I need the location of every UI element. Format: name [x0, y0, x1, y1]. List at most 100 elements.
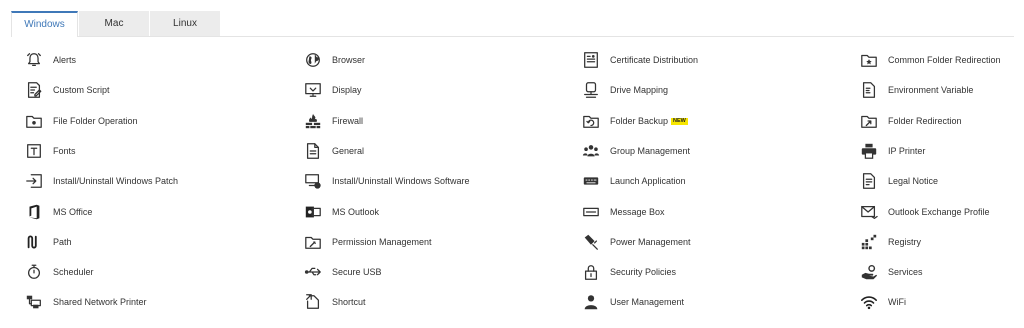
policy-item-file-folder-operation[interactable]: File Folder Operation — [24, 110, 138, 132]
policy-item-label: Drive Mapping — [610, 85, 669, 95]
policy-item-label: Permission Management — [332, 237, 432, 247]
policy-item-label: User Management — [610, 297, 685, 307]
policy-item-secure-usb[interactable]: Secure USB — [303, 261, 382, 283]
policy-item-label: MS Office — [53, 207, 93, 217]
environment-file-icon — [859, 80, 879, 100]
policy-item-permission-management[interactable]: Permission Management — [303, 231, 432, 253]
policy-item-certificate-distribution[interactable]: Certificate Distribution — [581, 49, 698, 71]
policy-item-label: Launch Application — [610, 176, 686, 186]
policy-item-ip-printer[interactable]: IP Printer — [859, 140, 925, 162]
install-software-icon — [303, 171, 323, 191]
folder-arrow-icon — [859, 111, 879, 131]
policy-item-drive-mapping[interactable]: Drive Mapping — [581, 79, 668, 101]
mail-exchange-icon — [859, 202, 879, 222]
policy-item-label: General — [332, 146, 365, 156]
policy-item-message-box[interactable]: Message Box — [581, 201, 665, 223]
policy-item-firewall[interactable]: Firewall — [303, 110, 363, 132]
lock-icon — [581, 262, 601, 282]
policy-item-label: Firewall — [332, 116, 364, 126]
policy-item-fonts[interactable]: Fonts — [24, 140, 76, 162]
globe-icon — [303, 50, 323, 70]
policy-item-label: MS Outlook — [332, 207, 380, 217]
policy-item-label: Registry — [888, 237, 922, 247]
script-icon — [24, 80, 44, 100]
install-patch-icon — [24, 171, 44, 191]
policy-item-label: Certificate Distribution — [610, 55, 699, 65]
policy-item-folder-backup[interactable]: Folder Backup NEW — [581, 110, 688, 132]
keyboard-icon — [581, 171, 601, 191]
policy-item-services[interactable]: Services — [859, 261, 923, 283]
group-icon — [581, 141, 601, 161]
policy-item-label: Security Policies — [610, 267, 677, 277]
policy-item-shortcut[interactable]: Shortcut — [303, 291, 366, 313]
folder-backup-icon — [581, 111, 601, 131]
policy-item-shared-network-printer[interactable]: Shared Network Printer — [24, 291, 147, 313]
new-badge: NEW — [671, 117, 688, 125]
policy-item-label: IP Printer — [888, 146, 926, 156]
document-icon — [303, 141, 323, 161]
policy-item-label: Fonts — [53, 146, 76, 156]
services-hand-icon — [859, 262, 879, 282]
policy-item-display[interactable]: Display — [303, 79, 362, 101]
policy-item-label: Browser — [332, 55, 366, 65]
policy-item-label: File Folder Operation — [53, 116, 138, 126]
policy-item-legal-notice[interactable]: Legal Notice — [859, 170, 938, 192]
policy-item-label: Custom Script — [53, 85, 110, 95]
policy-item-common-folder-redirection[interactable]: Common Folder Redirection — [859, 49, 1001, 71]
printer-icon — [859, 141, 879, 161]
policy-item-label: Outlook Exchange Profile — [888, 207, 990, 217]
path-icon — [24, 232, 44, 252]
policy-item-label: Install/Uninstall Windows Patch — [53, 176, 179, 186]
network-printer-icon — [24, 292, 44, 312]
policy-item-browser[interactable]: Browser — [303, 49, 365, 71]
usb-icon — [303, 262, 323, 282]
wifi-icon — [859, 292, 879, 312]
policy-item-label: Scheduler — [53, 267, 94, 277]
policy-item-label: Shared Network Printer — [53, 297, 147, 307]
policy-item-label: Power Management — [610, 237, 691, 247]
policy-item-power-management[interactable]: Power Management — [581, 231, 691, 253]
policy-grid: Alerts Custom Script File Folder Operation… — [0, 0, 1024, 328]
legal-document-icon — [859, 171, 879, 191]
policy-item-registry[interactable]: Registry — [859, 231, 921, 253]
power-plug-icon — [581, 232, 601, 252]
stopwatch-icon — [24, 262, 44, 282]
folder-gear-icon — [24, 111, 44, 131]
policy-item-label: Secure USB — [332, 267, 382, 277]
policy-item-user-management[interactable]: User Management — [581, 291, 684, 313]
policy-item-alerts[interactable]: Alerts — [24, 49, 76, 71]
policy-item-security-policies[interactable]: Security Policies — [581, 261, 676, 283]
policy-item-install-uninstall-windows-software[interactable]: Install/Uninstall Windows Software — [303, 170, 470, 192]
policy-item-label: Environment Variable — [888, 85, 974, 95]
policy-item-label: Shortcut — [332, 297, 366, 307]
policy-item-group-management[interactable]: Group Management — [581, 140, 690, 162]
policy-item-environment-variable[interactable]: Environment Variable — [859, 79, 973, 101]
policy-item-ms-office[interactable]: MS Office — [24, 201, 92, 223]
font-icon — [24, 141, 44, 161]
certificate-icon — [581, 50, 601, 70]
folder-star-icon — [859, 50, 879, 70]
policy-item-ms-outlook[interactable]: MS Outlook — [303, 201, 379, 223]
monitor-icon — [303, 80, 323, 100]
policy-item-folder-redirection[interactable]: Folder Redirection — [859, 110, 962, 132]
policy-item-path[interactable]: Path — [24, 231, 72, 253]
policy-item-label: Folder Redirection — [888, 116, 962, 126]
policy-item-scheduler[interactable]: Scheduler — [24, 261, 94, 283]
folder-key-icon — [303, 232, 323, 252]
policy-item-outlook-exchange-profile[interactable]: Outlook Exchange Profile — [859, 201, 990, 223]
policy-item-install-uninstall-windows-patch[interactable]: Install/Uninstall Windows Patch — [24, 170, 178, 192]
policy-item-general[interactable]: General — [303, 140, 364, 162]
policy-item-custom-script[interactable]: Custom Script — [24, 79, 110, 101]
policy-item-label: Services — [888, 267, 923, 277]
shortcut-icon — [303, 292, 323, 312]
policy-item-wifi[interactable]: WiFi — [859, 291, 906, 313]
policy-item-label: Path — [53, 237, 72, 247]
policy-item-label: Alerts — [53, 55, 77, 65]
policy-item-launch-application[interactable]: Launch Application — [581, 170, 686, 192]
policy-item-label: Group Management — [610, 146, 691, 156]
policy-item-label: Message Box — [610, 207, 665, 217]
firewall-icon — [303, 111, 323, 131]
alarm-icon — [24, 50, 44, 70]
ms-office-icon — [24, 202, 44, 222]
registry-icon — [859, 232, 879, 252]
